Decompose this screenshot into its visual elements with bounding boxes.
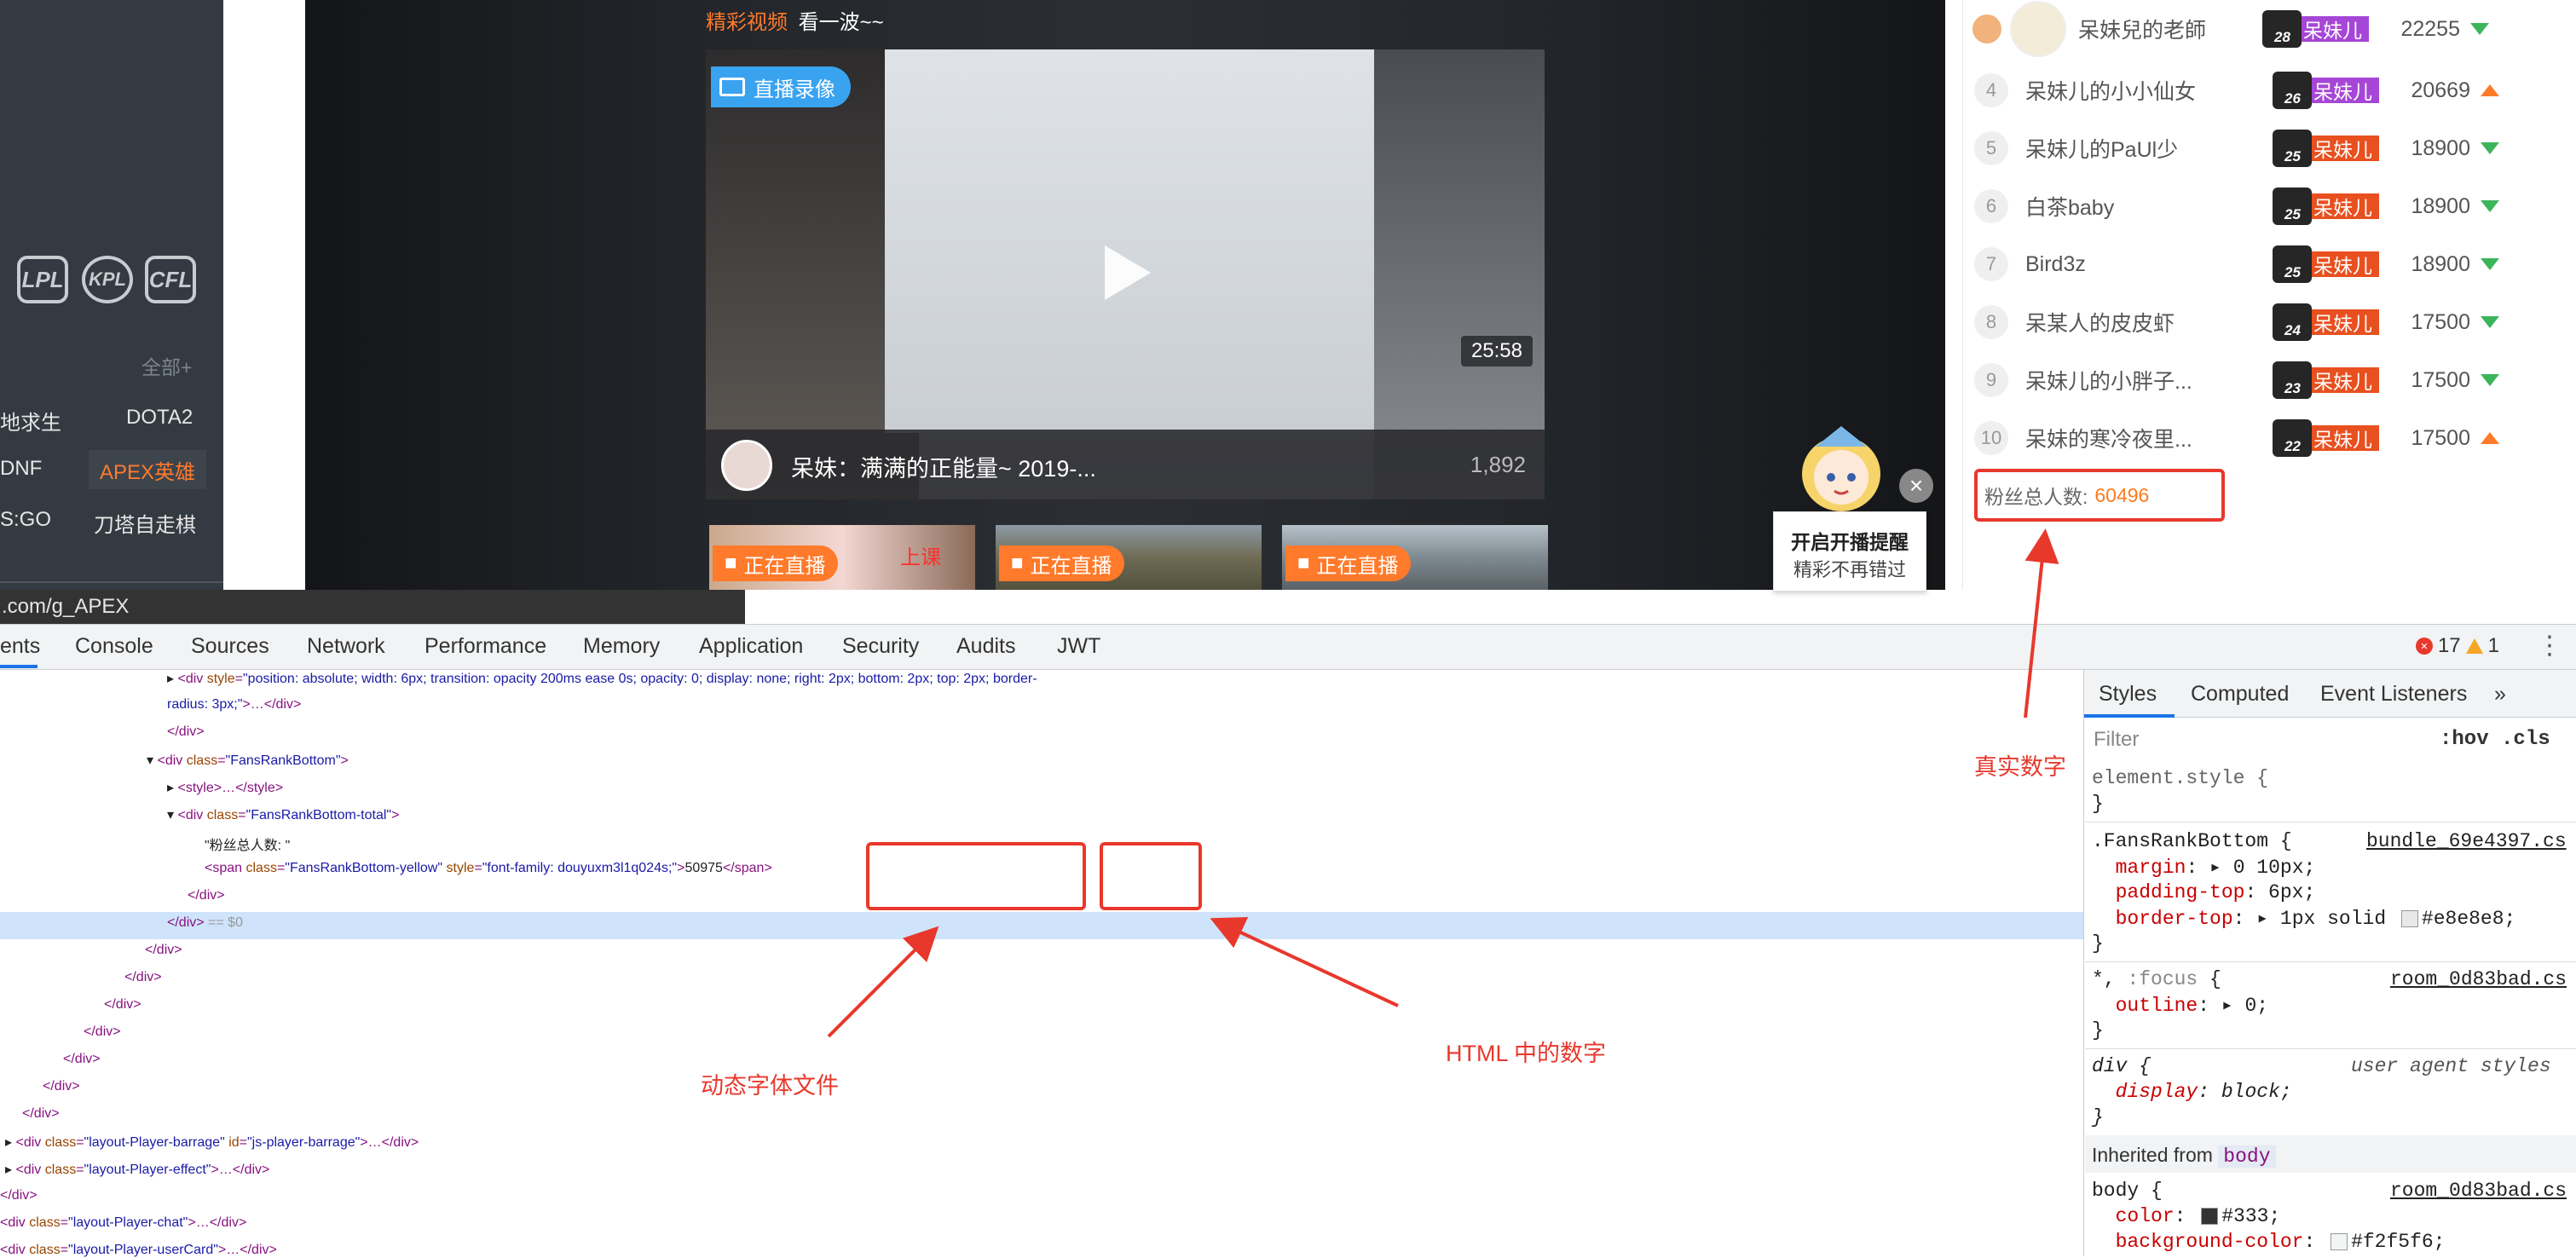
annotation-dynamic-font: 动态字体文件 [701, 1073, 839, 1099]
annotation-arrows [827, 528, 2059, 1038]
annotation-real-number: 真实数字 [1974, 754, 2066, 780]
annotation-html-number: HTML 中的数字 [1446, 1041, 1606, 1066]
